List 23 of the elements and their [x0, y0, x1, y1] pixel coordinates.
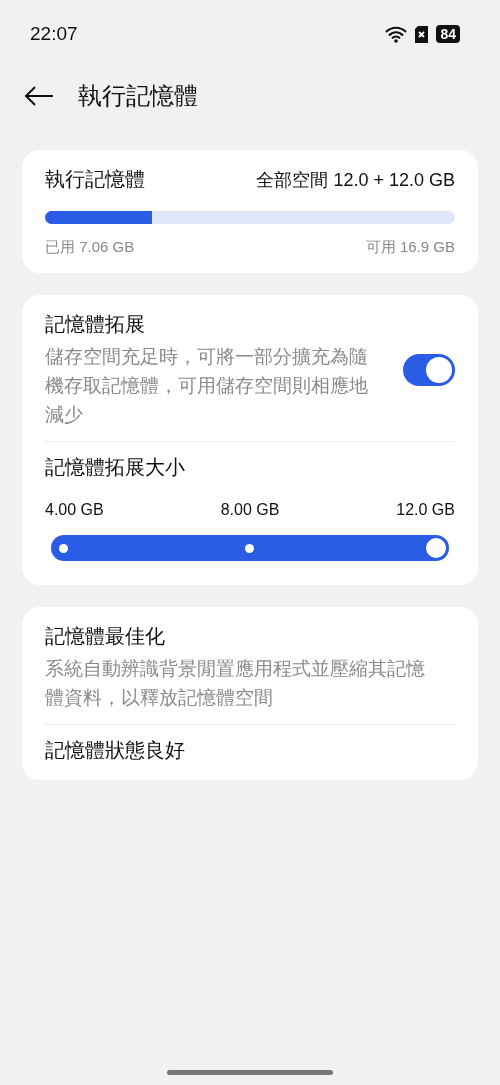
battery-level: 84: [436, 25, 460, 43]
available-space: 可用 16.9 GB: [365, 238, 455, 257]
setting-description: 系統自動辨識背景閒置應用程式並壓縮其記憶體資料，以釋放記憶體空間: [45, 657, 426, 710]
size-label: 4.00 GB: [45, 501, 104, 519]
size-slider[interactable]: [51, 535, 449, 561]
setting-title: 記憶體拓展大小: [45, 455, 186, 480]
expansion-toggle[interactable]: [403, 354, 455, 386]
setting-title: 記憶體最佳化: [45, 624, 166, 649]
memory-status: 記憶體狀態良好: [45, 738, 186, 763]
slider-stop: [59, 544, 68, 553]
slider-stop: [245, 544, 254, 553]
card-title: 執行記憶體: [45, 167, 145, 192]
size-label: 12.0 GB: [396, 501, 455, 519]
setting-title: 記憶體拓展: [45, 313, 145, 335]
status-time: 22:07: [30, 23, 78, 45]
back-button[interactable]: [24, 85, 54, 107]
size-label: 8.00 GB: [220, 501, 280, 519]
total-space: 全部空間 12.0 + 12.0 GB: [256, 168, 455, 192]
wifi-icon: [385, 25, 408, 43]
used-space: 已用 7.06 GB: [45, 238, 135, 257]
sim-card-icon: [415, 25, 429, 43]
setting-description: 儲存空間充足時，可將一部分擴充為隨機存取記憶體，可用儲存空間則相應地減少: [45, 345, 369, 427]
page-title: 執行記憶體: [78, 81, 198, 111]
